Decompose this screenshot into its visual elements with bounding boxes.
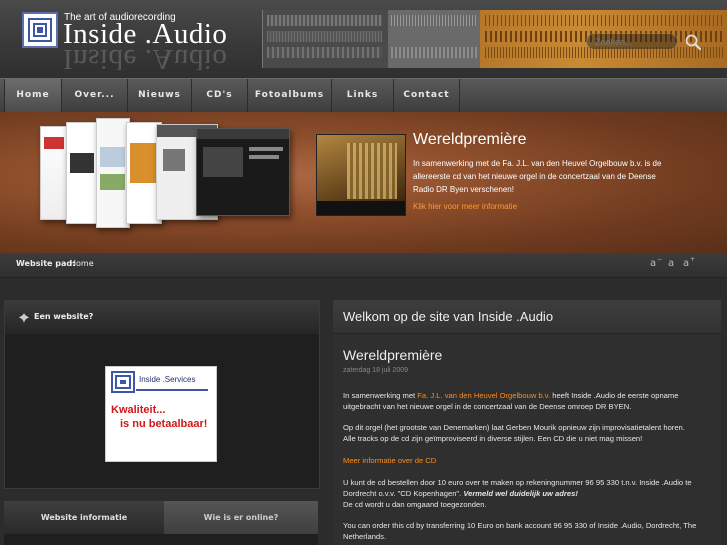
breadcrumb-label: Website pad: bbox=[16, 259, 76, 268]
website-promo-panel: Een website? Inside .Services Kwaliteit.… bbox=[4, 300, 320, 489]
emphasis-text: Vermeld wel duidelijk uw adres! bbox=[463, 489, 578, 498]
article-paragraph: In samenwerking met Fa. J.L. van den Heu… bbox=[343, 390, 698, 412]
panel-title: Een website? bbox=[34, 312, 94, 321]
featured-banner: Wereldpremière In samenwerking met de Fa… bbox=[0, 112, 727, 253]
services-ad-banner[interactable]: Inside .Services Kwaliteit... is nu beta… bbox=[105, 366, 217, 462]
services-logo-text: Inside .Services bbox=[139, 375, 196, 384]
banner-description: In samenwerking met de Fa. J.L. van den … bbox=[413, 159, 662, 194]
nav-item-cds[interactable]: CD's bbox=[192, 79, 248, 112]
tab-wie-is-er-online[interactable]: Wie is er online? bbox=[164, 501, 318, 534]
site-title-reflection: Inside .Audio bbox=[63, 43, 228, 75]
nav-item-fotoalbums[interactable]: Fotoalbums bbox=[248, 79, 332, 112]
article-title[interactable]: Wereldpremière bbox=[343, 347, 442, 363]
article-paragraph: Op dit orgel (het grootste van Denemarke… bbox=[343, 423, 685, 443]
breadcrumb-home-link[interactable]: Home bbox=[70, 259, 94, 268]
article-paragraph: U kunt de cd bestellen door 10 euro over… bbox=[343, 477, 698, 510]
main-header: Welkom op de site van Inside .Audio bbox=[333, 300, 721, 334]
logo-icon[interactable] bbox=[22, 12, 58, 48]
nav-item-home[interactable]: Home bbox=[4, 79, 62, 112]
nav-item-links[interactable]: Links bbox=[332, 79, 394, 112]
main-content: Welkom op de site van Inside .Audio Were… bbox=[333, 300, 721, 545]
page-title: Welkom op de site van Inside .Audio bbox=[343, 309, 554, 324]
site-header: The art of audiorecording Inside .Audio … bbox=[0, 0, 727, 78]
banner-more-link[interactable]: Klik hier voor meer informatie bbox=[413, 202, 517, 211]
font-increase-button[interactable]: a bbox=[683, 258, 689, 269]
plus-icon: + bbox=[690, 256, 696, 263]
article-date: zaterdag 18 juli 2009 bbox=[343, 367, 408, 374]
cd-cover-image[interactable] bbox=[316, 134, 406, 216]
more-info-link[interactable]: Meer informatie over de CD bbox=[343, 455, 698, 466]
services-logo-icon bbox=[111, 371, 135, 393]
article-paragraph: You can order this cd by transferring 10… bbox=[343, 521, 697, 541]
main-navigation: Home Over... Nieuws CD's Fotoalbums Link… bbox=[0, 78, 727, 112]
tab-website-informatie[interactable]: Website informatie bbox=[4, 501, 164, 534]
minus-icon: − bbox=[657, 256, 663, 263]
search-icon[interactable] bbox=[684, 33, 702, 51]
panel-header: Een website? bbox=[5, 301, 319, 334]
font-decrease-button[interactable]: a bbox=[650, 258, 656, 269]
fleur-icon bbox=[19, 313, 29, 323]
organ-builder-link[interactable]: Fa. J.L. van den Heuvel Orgelbouw b.v. bbox=[417, 391, 550, 400]
search-input[interactable] bbox=[586, 33, 678, 50]
paragraph-text: In samenwerking met bbox=[343, 391, 418, 400]
nav-item-nieuws[interactable]: Nieuws bbox=[128, 79, 192, 112]
ad-slogan-line2: is nu betaalbaar! bbox=[120, 418, 208, 430]
font-reset-button[interactable]: a bbox=[668, 258, 674, 269]
divider bbox=[136, 389, 208, 391]
breadcrumb: Website pad: Home a − a a + bbox=[0, 253, 727, 278]
banner-title: Wereldpremière bbox=[413, 131, 527, 148]
website-screenshot-image bbox=[96, 118, 130, 228]
ad-slogan-line1: Kwaliteit... bbox=[111, 404, 166, 416]
paragraph-text: De cd wordt u dan omgaand toegezonden. bbox=[343, 500, 487, 509]
website-screenshot-image bbox=[196, 128, 290, 216]
nav-item-contact[interactable]: Contact bbox=[394, 79, 460, 112]
nav-item-over[interactable]: Over... bbox=[62, 79, 128, 112]
sidebar-tabs: Website informatie Wie is er online? bbox=[4, 501, 318, 545]
website-screenshot-image bbox=[66, 122, 100, 224]
